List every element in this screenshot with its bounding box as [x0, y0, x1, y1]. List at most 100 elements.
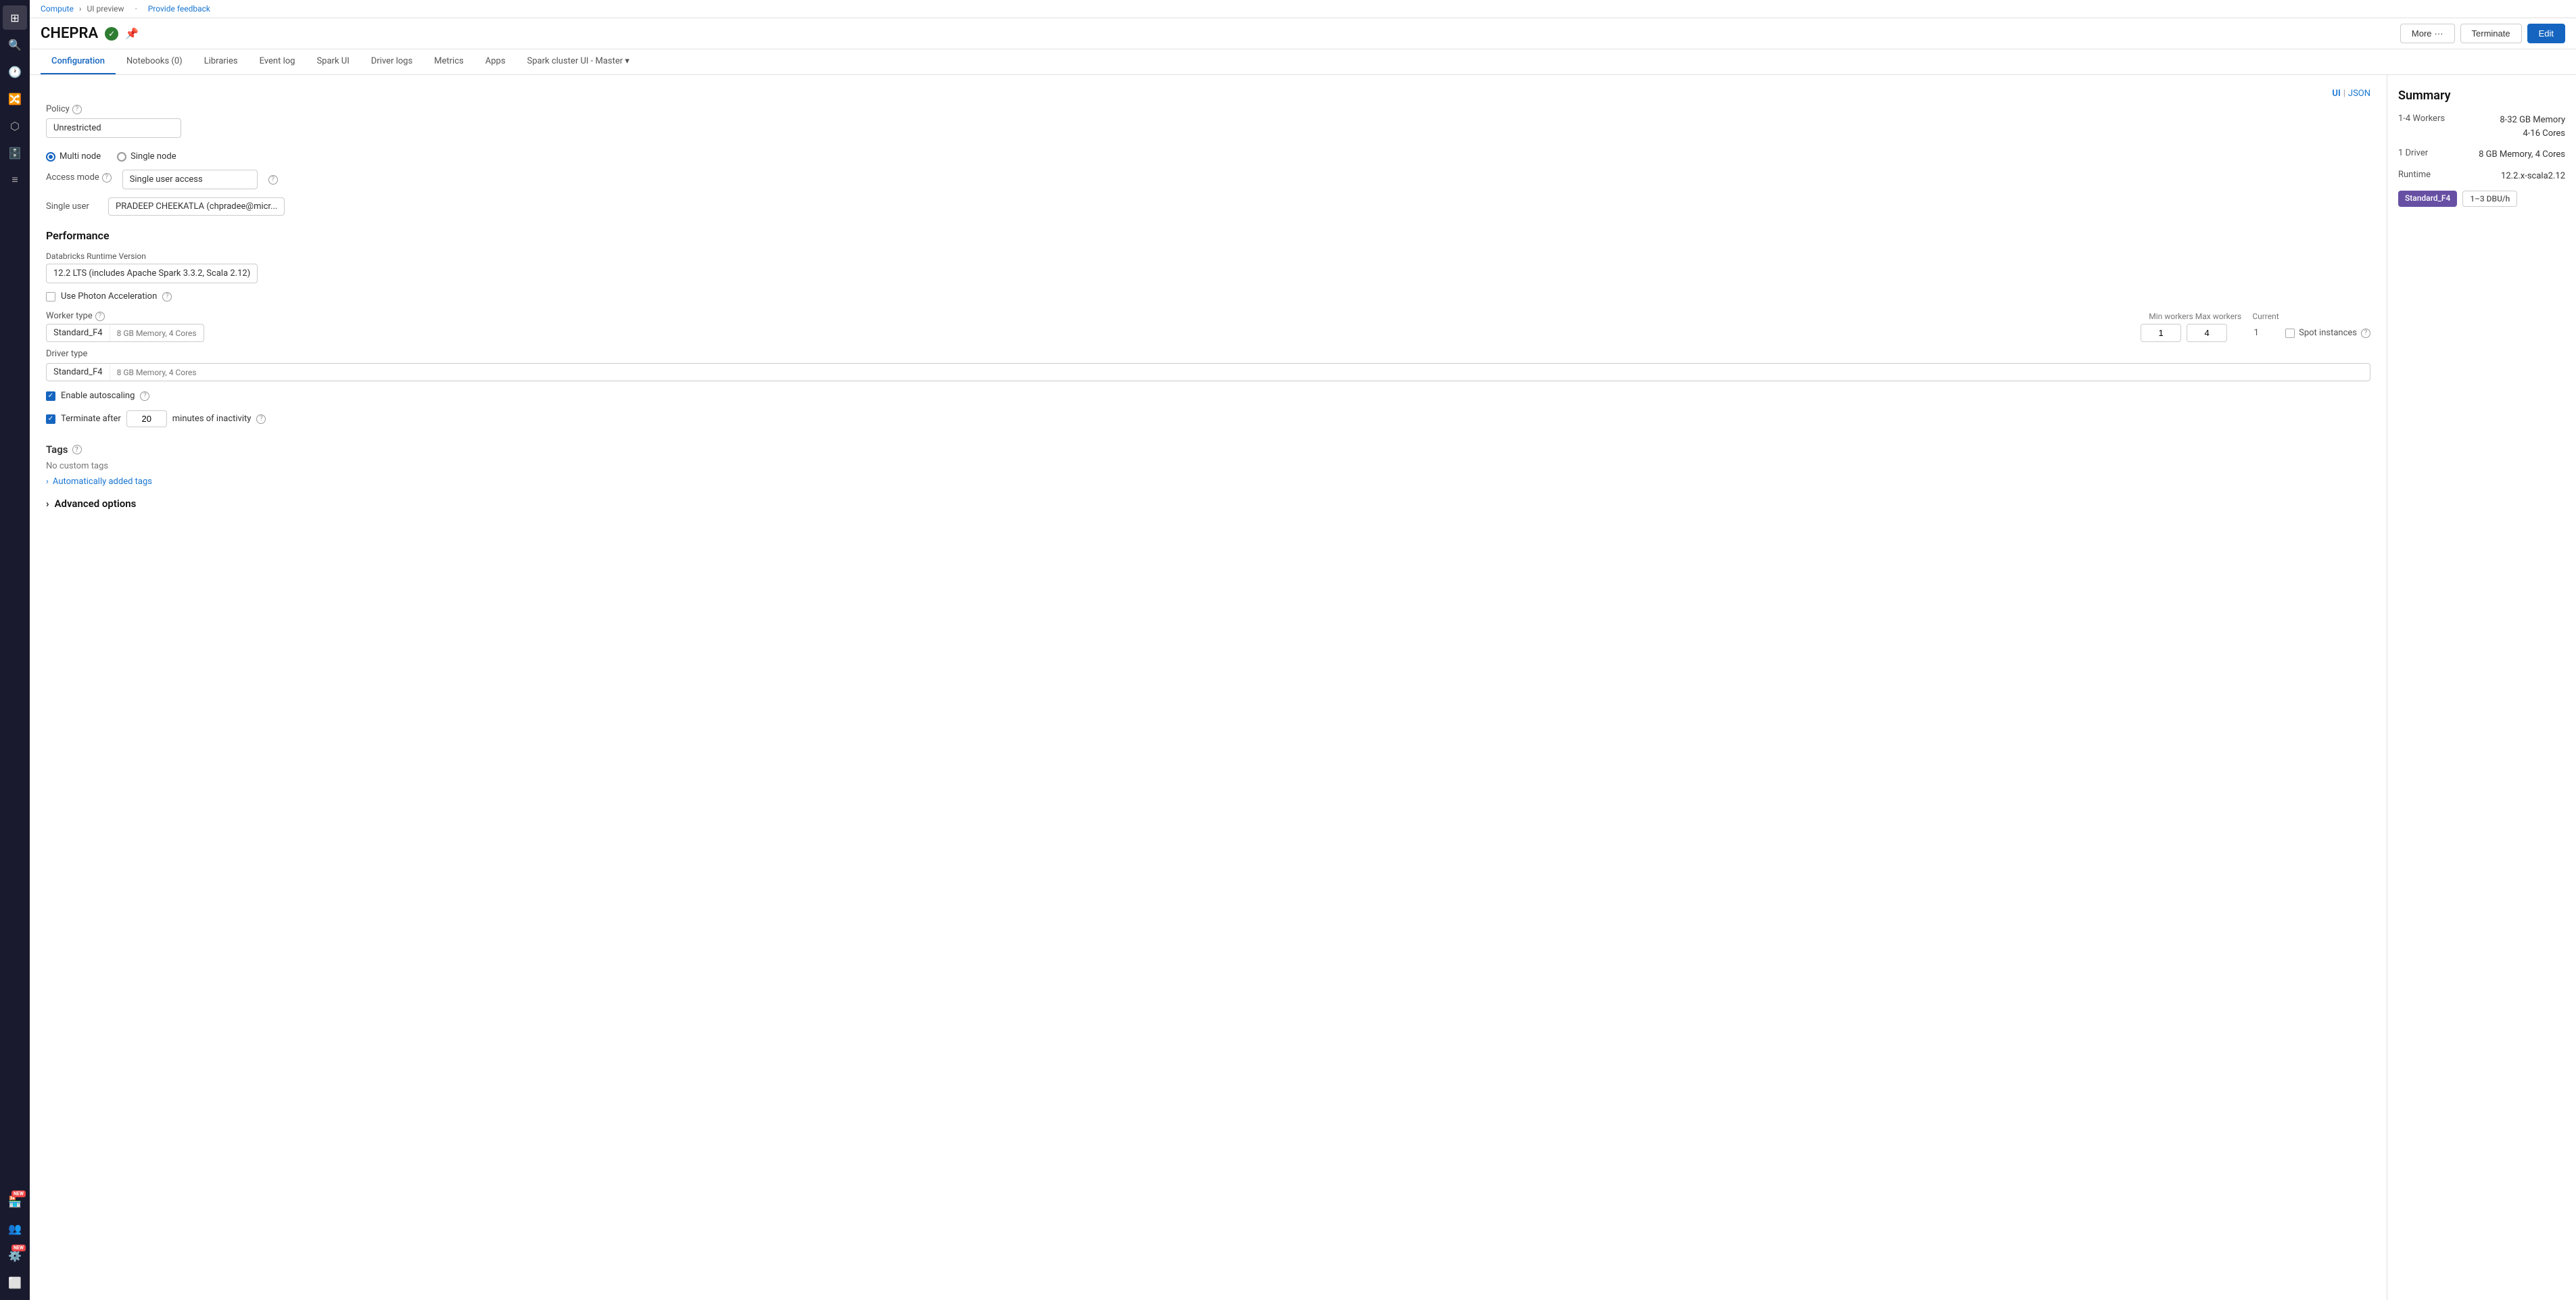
worker-config-row: Standard_F4 8 GB Memory, 4 Cores 1 Spot …: [46, 324, 2370, 342]
sidebar-icon-help[interactable]: ⬜: [3, 1270, 27, 1295]
topbar: Compute › UI preview · Provide feedback: [30, 0, 2576, 18]
driver-section: Driver type Standard_F4 8 GB Memory, 4 C…: [46, 349, 2370, 381]
tab-spark-ui[interactable]: Spark UI: [306, 49, 360, 74]
no-custom-tags: No custom tags: [46, 461, 2370, 471]
sidebar-icon-workflows[interactable]: 🔀: [3, 87, 27, 111]
content-area: UI | JSON Policy ? Unrestricted Multi no…: [30, 75, 2576, 1300]
autoscaling-help-icon[interactable]: ?: [140, 391, 149, 401]
cluster-status-icon: ✓: [105, 27, 118, 41]
multi-node-option[interactable]: Multi node: [46, 151, 101, 162]
advanced-options-toggle[interactable]: › Advanced options: [46, 498, 2370, 510]
tab-spark-cluster[interactable]: Spark cluster UI - Master ▾: [517, 49, 640, 74]
sidebar-icon-compute[interactable]: ⬡: [3, 114, 27, 138]
current-col-header: Current: [2242, 312, 2289, 321]
tags-section: Tags ? No custom tags › Automatically ad…: [46, 443, 2370, 487]
tags-title: Tags ?: [46, 443, 2370, 456]
worker-type-block: Standard_F4 8 GB Memory, 4 Cores: [46, 324, 204, 342]
performance-section: Performance Databricks Runtime Version 1…: [46, 229, 2370, 427]
spot-checkbox[interactable]: [2285, 329, 2295, 338]
json-view-toggle[interactable]: JSON: [2348, 89, 2370, 99]
new-badge: NEW: [11, 1190, 26, 1197]
min-workers-input[interactable]: [2141, 324, 2181, 342]
access-mode-help-icon[interactable]: ?: [102, 173, 112, 183]
runtime-label: Databricks Runtime Version: [46, 251, 2370, 261]
summary-driver-val: 8 GB Memory, 4 Cores: [2479, 148, 2565, 162]
tab-configuration[interactable]: Configuration: [41, 49, 116, 74]
runtime-value: 12.2 LTS (includes Apache Spark 3.3.2, S…: [46, 264, 258, 283]
main-content: Compute › UI preview · Provide feedback …: [30, 0, 2576, 1300]
sidebar-icon-recents[interactable]: 🕐: [3, 59, 27, 84]
breadcrumb-sep1: ›: [79, 4, 82, 14]
terminate-checkbox[interactable]: ✓: [46, 414, 55, 424]
new-badge-2: NEW: [11, 1245, 26, 1251]
autoscaling-row: ✓ Enable autoscaling ?: [46, 391, 2370, 401]
autoscaling-label: Enable autoscaling: [61, 391, 135, 401]
breadcrumb-compute[interactable]: Compute: [41, 4, 74, 14]
node-type-group: Multi node Single node: [46, 151, 2370, 162]
worker-help-icon[interactable]: ?: [95, 312, 105, 321]
driver-type-memory: 8 GB Memory, 4 Cores: [110, 364, 204, 381]
header-left: CHEPRA ✓ 📌: [41, 25, 139, 42]
edit-button[interactable]: Edit: [2527, 24, 2565, 43]
photon-label: Use Photon Acceleration: [61, 291, 157, 302]
current-workers-value: 1: [2233, 328, 2280, 338]
worker-header: Worker type ? Min workers Max workers Cu…: [46, 311, 2370, 321]
access-mode-row: Access mode ? Single user access ?: [46, 170, 2370, 189]
access-mode-value-help[interactable]: ?: [268, 175, 278, 185]
single-node-radio[interactable]: [117, 152, 126, 162]
summary-badges: Standard_F4 1–3 DBU/h: [2398, 191, 2565, 207]
tab-driver-logs[interactable]: Driver logs: [360, 49, 423, 74]
sidebar-icon-search[interactable]: 🔍: [3, 32, 27, 57]
view-toggle-sep: |: [2343, 89, 2345, 99]
sidebar-icon-data[interactable]: 🗄️: [3, 141, 27, 165]
photon-checkbox[interactable]: [46, 292, 55, 302]
sidebar-icon-list[interactable]: ≡: [3, 168, 27, 192]
auto-tags-label: Automatically added tags: [53, 477, 152, 487]
tab-event-log[interactable]: Event log: [249, 49, 306, 74]
single-node-option[interactable]: Single node: [117, 151, 176, 162]
max-workers-input[interactable]: [2187, 324, 2227, 342]
pin-icon[interactable]: 📌: [125, 27, 139, 40]
advanced-label: Advanced options: [55, 498, 137, 510]
auto-tags-toggle[interactable]: › Automatically added tags: [46, 477, 2370, 487]
breadcrumb-feedback[interactable]: Provide feedback: [148, 4, 210, 14]
more-dots-icon: ···: [2435, 28, 2443, 39]
tab-notebooks[interactable]: Notebooks (0): [116, 49, 193, 74]
worker-type-label: Worker type: [46, 311, 93, 321]
page-header: CHEPRA ✓ 📌 More ··· Terminate Edit: [30, 18, 2576, 49]
ui-view-toggle[interactable]: UI: [2332, 89, 2340, 99]
terminate-row: ✓ Terminate after minutes of inactivity …: [46, 410, 2370, 427]
summary-badge-dbu: 1–3 DBU/h: [2462, 191, 2517, 207]
terminate-label2: minutes of inactivity: [172, 414, 252, 424]
sidebar-icon-people[interactable]: 👥: [3, 1216, 27, 1241]
sidebar-icon-settings[interactable]: ⚙️ NEW: [3, 1243, 27, 1268]
cluster-name: CHEPRA: [41, 25, 98, 42]
terminate-button[interactable]: Terminate: [2460, 24, 2522, 43]
terminate-help-icon[interactable]: ?: [256, 414, 266, 424]
sidebar-icon-home[interactable]: ⊞: [3, 5, 27, 30]
multi-node-radio[interactable]: [46, 152, 55, 162]
spot-label: Spot instances: [2299, 328, 2357, 338]
summary-driver-label: 1 Driver: [2398, 148, 2428, 162]
photon-row: Use Photon Acceleration ?: [46, 291, 2370, 302]
summary-title: Summary: [2398, 89, 2565, 103]
spot-row: Spot instances ?: [2285, 328, 2370, 338]
summary-badge-standard: Standard_F4: [2398, 191, 2457, 207]
chevron-right-icon: ›: [46, 477, 49, 487]
tab-libraries[interactable]: Libraries: [193, 49, 249, 74]
access-mode-label: Access mode ?: [46, 172, 112, 183]
spot-help-icon[interactable]: ?: [2361, 329, 2370, 338]
terminate-input[interactable]: [126, 410, 167, 427]
sidebar-icon-marketplace[interactable]: 🏪 NEW: [3, 1189, 27, 1213]
photon-help-icon[interactable]: ?: [162, 292, 172, 302]
min-workers-col-header: Min workers: [2147, 312, 2195, 321]
summary-runtime-row: Runtime 12.2.x-scala2.12: [2398, 170, 2565, 183]
tags-help-icon[interactable]: ?: [72, 445, 82, 454]
single-node-label: Single node: [130, 151, 176, 162]
more-button[interactable]: More ···: [2400, 24, 2455, 43]
policy-help-icon[interactable]: ?: [72, 105, 82, 114]
performance-title: Performance: [46, 229, 2370, 242]
tab-apps[interactable]: Apps: [475, 49, 517, 74]
tab-metrics[interactable]: Metrics: [423, 49, 475, 74]
autoscaling-checkbox[interactable]: ✓: [46, 391, 55, 401]
